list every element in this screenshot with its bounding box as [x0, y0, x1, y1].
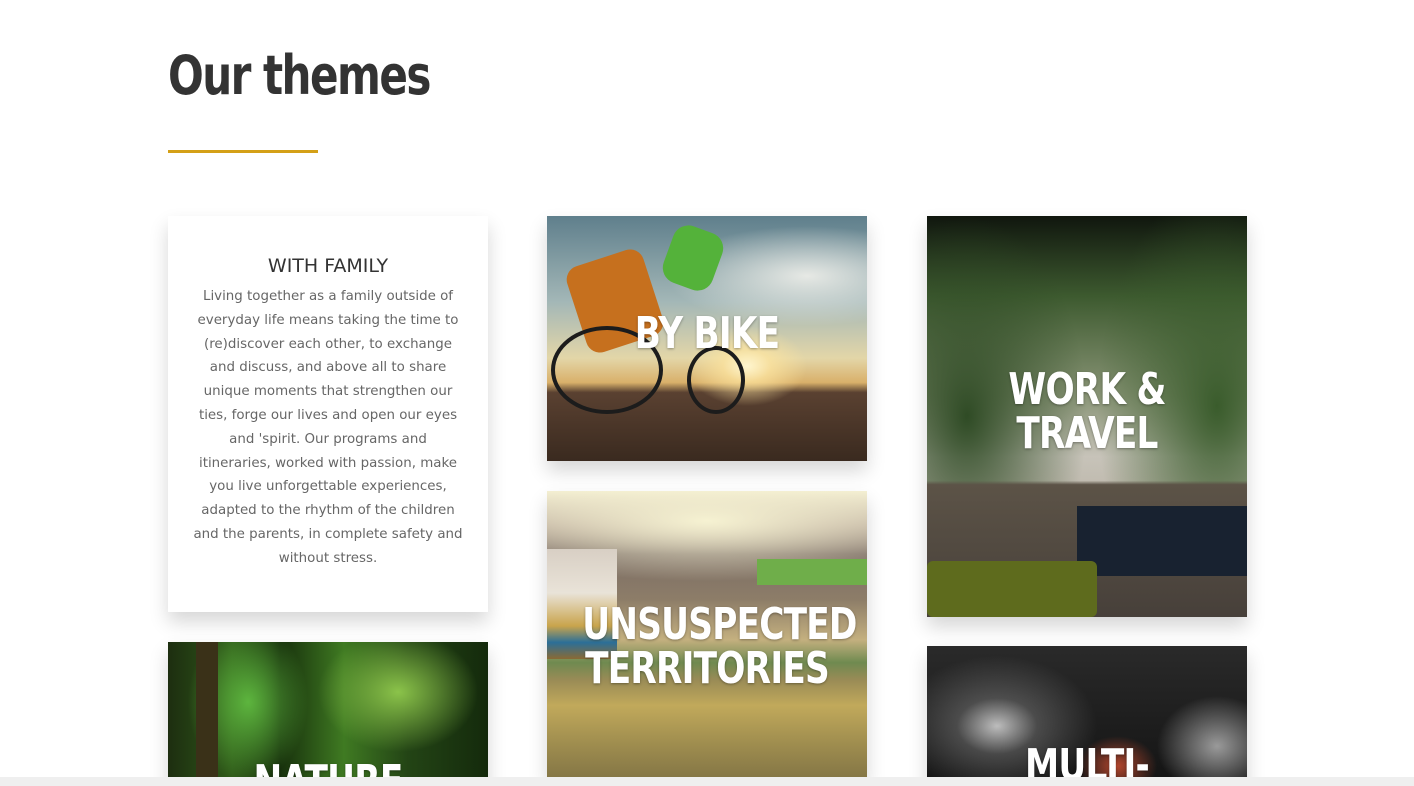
theme-card-label: WORK & TRAVEL: [1008, 364, 1166, 459]
cyclist-shape: [658, 220, 728, 296]
theme-card-multi[interactable]: MULTI-: [927, 646, 1247, 786]
themes-page: Our themes WITH FAMILY Living together a…: [0, 0, 1414, 786]
horizontal-scrollbar[interactable]: [0, 777, 1414, 786]
pool-shape: [1077, 506, 1247, 576]
field-shape: [757, 559, 867, 585]
theme-card-work-and-travel[interactable]: WORK & TRAVEL: [927, 216, 1247, 617]
theme-card-description: Living together as a family outside of e…: [193, 289, 463, 566]
sofa-shape: [927, 561, 1097, 617]
heading-underline: [168, 150, 318, 153]
theme-card-with-family[interactable]: WITH FAMILY Living together as a family …: [168, 216, 488, 612]
theme-card-unsuspected-territories[interactable]: UNSUSPECTED TERRITORIES: [547, 491, 867, 777]
theme-card-label: UNSUSPECTED TERRITORIES: [582, 599, 857, 694]
theme-card-label: BY BIKE: [634, 308, 780, 359]
theme-card-by-bike[interactable]: BY BIKE: [547, 216, 867, 461]
theme-card-title: WITH FAMILY: [267, 255, 389, 277]
section-heading: Our themes: [168, 44, 431, 107]
theme-card-nature[interactable]: NATURE: [168, 642, 488, 786]
